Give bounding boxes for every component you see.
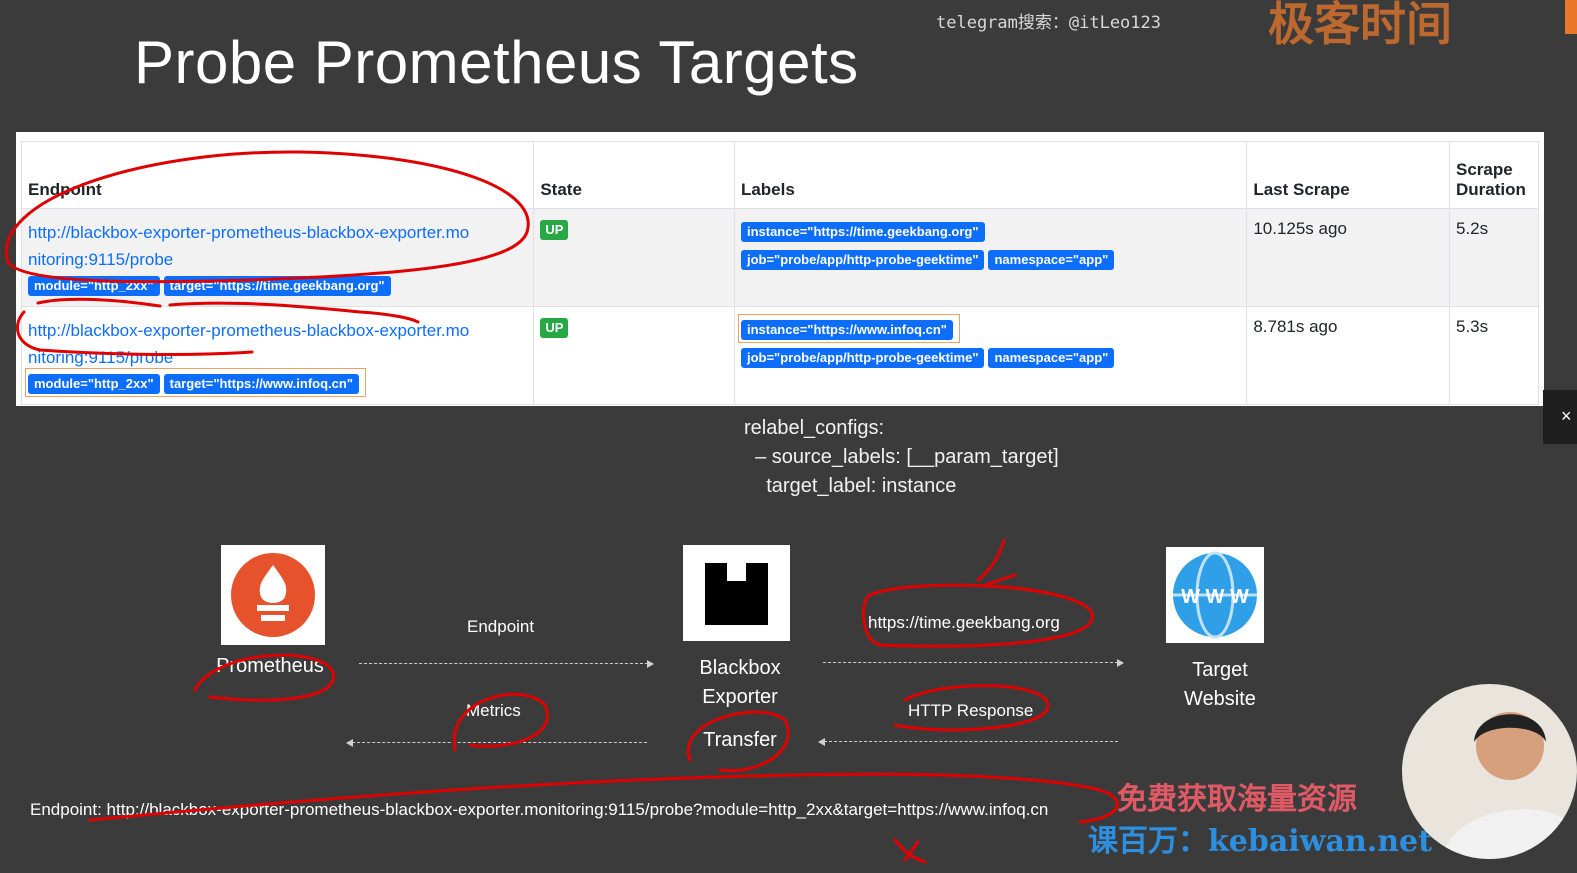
instance-label-badge: instance="https://time.geekbang.org" xyxy=(740,222,985,242)
endpoint-full-url: Endpoint: http://blackbox-exporter-prome… xyxy=(30,800,1049,819)
relabel-config-snippet: relabel_configs: – source_labels: [__par… xyxy=(744,414,1059,501)
table-row: http://blackbox-exporter-prometheus-blac… xyxy=(20,306,1540,405)
request-arrow xyxy=(823,659,1124,667)
state-cell: UP xyxy=(533,306,735,405)
labels-cell: instance="https://www.infoq.cn" job="pro… xyxy=(733,306,1248,405)
endpoint-badges-highlight: module="http_2xx" target="https://www.inf… xyxy=(25,368,366,397)
module-badge: module="http_2xx" xyxy=(28,276,160,296)
transfer-label: Transfer xyxy=(703,729,777,751)
brand-side-strip xyxy=(1565,0,1577,34)
endpoint-link[interactable]: http://blackbox-exporter-prometheus-blac… xyxy=(28,219,527,273)
duration-cell: 5.2s xyxy=(1448,208,1540,307)
endpoint-link[interactable]: http://blackbox-exporter-prometheus-blac… xyxy=(28,317,527,371)
endpoint-cell: http://blackbox-exporter-prometheus-blac… xyxy=(20,306,535,405)
endpoint-cell: http://blackbox-exporter-prometheus-blac… xyxy=(20,208,535,307)
prometheus-label: Prometheus xyxy=(216,655,324,677)
globe-icon: W W W xyxy=(1173,551,1257,639)
target-website-label: Target Website xyxy=(1184,659,1256,710)
url-arrow-label: https://time.geekbang.org xyxy=(868,613,1060,632)
side-collapse-button[interactable]: × xyxy=(1543,390,1577,444)
target-badge: target="https://time.geekbang.org" xyxy=(163,276,391,296)
brand-logo: 极客时间 xyxy=(1268,0,1452,51)
job-label-badge: job="probe/app/http-probe-geektime" xyxy=(740,250,985,270)
labels-cell: instance="https://time.geekbang.org" job… xyxy=(733,208,1248,307)
target-badge: target="https://www.infoq.cn" xyxy=(163,374,359,394)
svg-text:W W W: W W W xyxy=(1181,586,1249,608)
relabel-line-2: – source_labels: [__param_target] xyxy=(744,446,1059,468)
header-last-scrape: Last Scrape xyxy=(1246,141,1450,209)
duration-cell: 5.3s xyxy=(1448,306,1540,405)
header-state: State xyxy=(533,141,735,209)
header-scrape-duration: Scrape Duration xyxy=(1448,141,1540,209)
header-endpoint: Endpoint xyxy=(20,141,535,209)
module-badge: module="http_2xx" xyxy=(28,374,160,394)
slide-title: Probe Prometheus Targets xyxy=(134,29,859,96)
job-label-badge: job="probe/app/http-probe-geektime" xyxy=(740,348,985,368)
header-labels: Labels xyxy=(733,141,1248,209)
instance-label-highlight: instance="https://www.infoq.cn" xyxy=(737,314,960,343)
instance-label-badge: instance="https://www.infoq.cn" xyxy=(740,320,953,340)
state-badge-up: UP xyxy=(540,220,569,240)
last-scrape-cell: 10.125s ago xyxy=(1246,208,1450,307)
metrics-arrow-label: Metrics xyxy=(466,701,521,720)
http-response-label: HTTP Response xyxy=(908,701,1034,720)
targets-table-panel: Endpoint State Labels Last Scrape Scrape… xyxy=(16,132,1544,406)
prometheus-icon xyxy=(231,553,315,637)
prometheus-logo xyxy=(221,545,325,645)
table-row: http://blackbox-exporter-prometheus-blac… xyxy=(20,208,1540,307)
promo-text-1: 免费获取海量资源 xyxy=(1117,782,1357,817)
watermark-telegram: telegram搜索：@itLeo123 xyxy=(936,13,1161,33)
response-arrow xyxy=(818,738,1118,746)
metrics-arrow xyxy=(346,739,647,747)
promo-text-2: 课百万：kebaiwan.net xyxy=(1088,824,1432,859)
ink-mark-bottom xyxy=(893,838,927,864)
blackbox-logo xyxy=(683,545,790,641)
last-scrape-cell: 8.781s ago xyxy=(1246,306,1450,405)
endpoint-arrow xyxy=(359,660,654,668)
namespace-label-badge: namespace="app" xyxy=(988,348,1115,368)
state-badge-up: UP xyxy=(540,318,569,338)
relabel-line-1: relabel_configs: xyxy=(744,417,885,439)
blackbox-label: Blackbox Exporter xyxy=(699,657,781,708)
targets-table: Endpoint State Labels Last Scrape Scrape… xyxy=(20,141,1540,405)
namespace-label-badge: namespace="app" xyxy=(988,250,1115,270)
box-icon xyxy=(705,563,768,625)
website-logo: W W W xyxy=(1166,547,1264,643)
close-icon: × xyxy=(1561,406,1572,426)
ink-check-mark xyxy=(976,538,1017,587)
state-cell: UP xyxy=(533,208,735,307)
endpoint-arrow-label: Endpoint xyxy=(467,617,535,636)
presenter-avatar-icon xyxy=(1442,712,1577,859)
presenter-webcam xyxy=(1402,684,1577,859)
relabel-line-3: target_label: instance xyxy=(744,475,957,497)
